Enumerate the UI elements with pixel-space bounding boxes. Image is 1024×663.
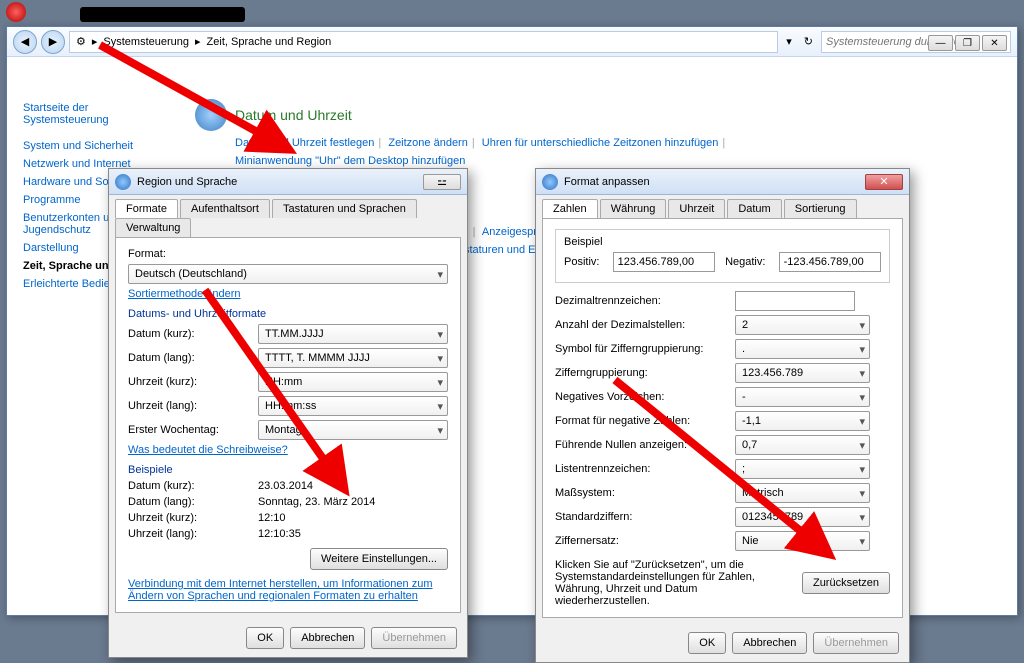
close-button[interactable]: ✕ <box>865 174 903 190</box>
field-label: Symbol für Zifferngruppierung: <box>555 343 735 355</box>
tab-verwaltung[interactable]: Verwaltung <box>115 218 191 237</box>
positive-example: 123.456.789,00 <box>613 252 715 272</box>
format-combo-3[interactable]: HH:mm:ss <box>258 396 448 416</box>
breadcrumb-l1[interactable]: Systemsteuerung <box>101 36 191 48</box>
minimize-button[interactable]: — <box>928 35 953 51</box>
censored-titlebar <box>80 7 245 22</box>
field-label: Datum (lang): <box>128 352 258 364</box>
negative-label: Negativ: <box>725 256 779 268</box>
field-label: Negatives Vorzeichen: <box>555 391 735 403</box>
close-button[interactable]: ✕ <box>982 35 1007 51</box>
positive-label: Positiv: <box>564 256 613 268</box>
nav-forward-button[interactable]: ▶ <box>41 30 65 54</box>
field-label: Anzahl der Dezimalstellen: <box>555 319 735 331</box>
globe-icon <box>115 174 131 190</box>
negative-example: -123.456.789,00 <box>779 252 881 272</box>
cancel-button[interactable]: Abbrechen <box>732 632 807 654</box>
dialog-title: Region und Sprache <box>137 176 417 188</box>
group-examples: Beispiele <box>128 464 448 476</box>
number-setting-combo-8[interactable]: Metrisch <box>735 483 870 503</box>
ok-button[interactable]: OK <box>246 627 284 649</box>
tab-tastaturen[interactable]: Tastaturen und Sprachen <box>272 199 417 218</box>
app-icon <box>6 2 26 22</box>
clock-icon <box>195 99 227 131</box>
maximize-button[interactable]: ❐ <box>955 35 980 51</box>
tab-formate[interactable]: Formate <box>115 199 178 218</box>
field-label: Zifferngruppierung: <box>555 367 735 379</box>
close-button[interactable]: ⚍ <box>423 174 461 190</box>
number-setting-combo-10[interactable]: Nie <box>735 531 870 551</box>
number-setting-combo-3[interactable]: 123.456.789 <box>735 363 870 383</box>
example-value: 23.03.2014 <box>258 480 448 492</box>
more-settings-button[interactable]: Weitere Einstellungen... <box>310 548 448 570</box>
breadcrumb[interactable]: ⚙ ▸ Systemsteuerung ▸ Zeit, Sprache und … <box>69 31 778 53</box>
sidebar-item[interactable]: System und Sicherheit <box>23 137 167 155</box>
category-datetime[interactable]: Datum und Uhrzeit <box>235 107 352 123</box>
format-combo-1[interactable]: TTTT, T. MMMM JJJJ <box>258 348 448 368</box>
control-panel-icon: ⚙ <box>74 35 88 48</box>
field-label: Ziffernersatz: <box>555 535 735 547</box>
example-value: 12:10:35 <box>258 528 448 540</box>
example-heading: Beispiel <box>564 236 881 248</box>
number-setting-combo-7[interactable]: ; <box>735 459 870 479</box>
tab-sortierung[interactable]: Sortierung <box>784 199 857 218</box>
number-setting-combo-1[interactable]: 2 <box>735 315 870 335</box>
field-label: Führende Nullen anzeigen: <box>555 439 735 451</box>
example-label: Datum (kurz): <box>128 480 258 492</box>
field-label: Datum (kurz): <box>128 328 258 340</box>
sidebar-home[interactable]: Startseite der Systemsteuerung <box>23 99 167 129</box>
number-setting-combo-9[interactable]: 0123456789 <box>735 507 870 527</box>
tab-aufenthaltsort[interactable]: Aufenthaltsort <box>180 199 270 218</box>
cancel-button[interactable]: Abbrechen <box>290 627 365 649</box>
link-notation-help[interactable]: Was bedeutet die Schreibweise? <box>128 444 288 456</box>
format-label: Format: <box>128 248 448 260</box>
reset-hint: Klicken Sie auf "Zurücksetzen", um die S… <box>555 559 792 607</box>
tab-datum[interactable]: Datum <box>727 199 781 218</box>
link-clock-gadget[interactable]: Minianwendung "Uhr" dem Desktop hinzufüg… <box>235 155 465 167</box>
field-label: Standardziffern: <box>555 511 735 523</box>
reset-button[interactable]: Zurücksetzen <box>802 572 890 594</box>
field-label: Format für negative Zahlen: <box>555 415 735 427</box>
link-sort-method[interactable]: Sortiermethode ändern <box>128 288 241 300</box>
tab-zahlen[interactable]: Zahlen <box>542 199 598 218</box>
ok-button[interactable]: OK <box>688 632 726 654</box>
number-setting-combo-6[interactable]: 0,7 <box>735 435 870 455</box>
dialog-title: Format anpassen <box>564 176 859 188</box>
field-label: Uhrzeit (lang): <box>128 400 258 412</box>
apply-button: Übernehmen <box>813 632 899 654</box>
example-label: Datum (lang): <box>128 496 258 508</box>
globe-icon <box>542 174 558 190</box>
example-label: Uhrzeit (kurz): <box>128 512 258 524</box>
format-combo-2[interactable]: HH:mm <box>258 372 448 392</box>
number-setting-combo-2[interactable]: . <box>735 339 870 359</box>
link-add-clocks[interactable]: Uhren für unterschiedliche Zeitzonen hin… <box>482 137 719 149</box>
group-date-time-formats: Datums- und Uhrzeitformate <box>128 308 448 320</box>
link-internet-help[interactable]: Verbindung mit dem Internet herstellen, … <box>128 578 433 602</box>
tab-uhrzeit[interactable]: Uhrzeit <box>668 199 725 218</box>
example-value: 12:10 <box>258 512 448 524</box>
format-combo-4[interactable]: Montag <box>258 420 448 440</box>
field-label: Maßsystem: <box>555 487 735 499</box>
number-setting-combo-4[interactable]: - <box>735 387 870 407</box>
field-label: Uhrzeit (kurz): <box>128 376 258 388</box>
tab-waehrung[interactable]: Währung <box>600 199 667 218</box>
field-label: Listentrennzeichen: <box>555 463 735 475</box>
link-set-datetime[interactable]: Datum und Uhrzeit festlegen <box>235 137 374 149</box>
field-label: Erster Wochentag: <box>128 424 258 436</box>
link-change-timezone[interactable]: Zeitzone ändern <box>388 137 468 149</box>
example-label: Uhrzeit (lang): <box>128 528 258 540</box>
format-combo-0[interactable]: TT.MM.JJJJ <box>258 324 448 344</box>
field-label: Dezimaltrennzeichen: <box>555 295 735 307</box>
number-setting-combo-5[interactable]: -1,1 <box>735 411 870 431</box>
nav-back-button[interactable]: ◀ <box>13 30 37 54</box>
decimal-separator-input[interactable] <box>735 291 855 311</box>
example-value: Sonntag, 23. März 2014 <box>258 496 448 508</box>
breadcrumb-l2[interactable]: Zeit, Sprache und Region <box>205 36 334 48</box>
format-combo[interactable]: Deutsch (Deutschland) <box>128 264 448 284</box>
apply-button: Übernehmen <box>371 627 457 649</box>
